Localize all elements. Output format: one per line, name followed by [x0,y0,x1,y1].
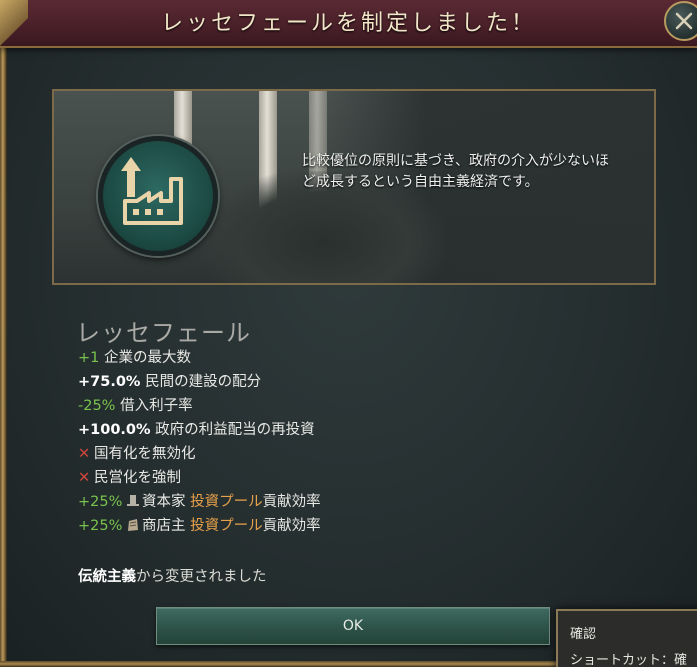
investment-pool-link[interactable]: 投資プール [190,494,263,510]
effects-list: +1 企業の最大数 +75.0% 民間の建設の配分 -25% 借入利子率 +10… [78,346,558,538]
x-mark-icon: ✕ [78,470,91,486]
tooltip-shortcut: ショートカット：確 [570,653,688,667]
ok-button-tooltip: 確認 ショートカット：確 [556,609,697,667]
dialog-title: レッセフェールを制定しました！ [160,11,536,36]
gold-border-left [0,0,7,667]
dialog-header: レッセフェールを制定しました！ [0,0,697,48]
top-hat-icon [127,495,139,506]
shopkeeper-icon [128,519,138,531]
ok-button[interactable]: OK [156,607,550,645]
effect-row[interactable]: +75.0% 民間の建設の配分 [78,370,558,394]
previous-policy-link[interactable]: 伝統主義 [78,569,136,585]
factory-growth-icon [121,157,183,225]
policy-enacted-dialog: レッセフェールを制定しました！ 比較優位の原則に基づき、政府の介入が少ないほど成… [0,0,697,667]
tooltip-title: 確認 [570,627,597,642]
policy-name: レッセフェール [76,319,251,347]
policy-emblem [98,136,218,256]
effect-row[interactable]: +25% 資本家 投資プール貢献効率 [78,490,558,514]
effect-row[interactable]: +1 企業の最大数 [78,346,558,370]
policy-description: 比較優位の原則に基づき、政府の介入が少ないほど成長するという自由主義経済です。 [302,153,610,190]
x-mark-icon: ✕ [78,446,91,462]
changed-from-text: 伝統主義から変更されました [78,569,267,585]
effect-row[interactable]: ✕ 民営化を強制 [78,466,558,490]
effect-row[interactable]: +25% 商店主 投資プール貢献効率 [78,514,558,538]
policy-illustration: 比較優位の原則に基づき、政府の介入が少ないほど成長するという自由主義経済です。 [52,89,656,285]
close-button[interactable] [664,1,697,41]
effect-row[interactable]: -25% 借入利子率 [78,394,558,418]
close-icon [675,12,693,30]
investment-pool-link[interactable]: 投資プール [190,518,263,534]
effect-row[interactable]: ✕ 国有化を無効化 [78,442,558,466]
effect-row[interactable]: +100.0% 政府の利益配当の再投資 [78,418,558,442]
